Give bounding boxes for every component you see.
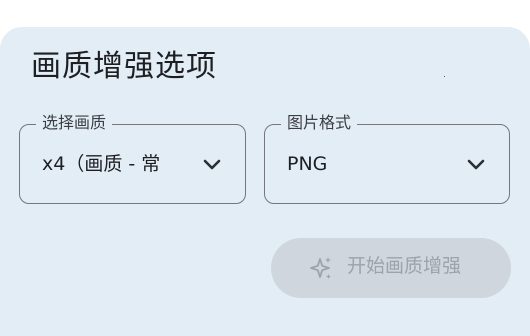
enhance-options-panel: 画质增强选项 选择画质 x4（画质 - 常 图片格式 PNG 开始画质增强: [0, 27, 530, 336]
format-select-label: 图片格式: [281, 113, 358, 133]
chevron-down-icon[interactable]: [203, 159, 221, 171]
speck: [444, 76, 445, 77]
sparkle-icon: [310, 257, 331, 279]
start-enhance-button[interactable]: 开始画质增强: [271, 238, 511, 298]
format-select[interactable]: 图片格式 PNG: [264, 113, 510, 204]
quality-select-label: 选择画质: [36, 113, 113, 133]
start-enhance-label: 开始画质增强: [347, 256, 462, 277]
panel-title: 画质增强选项: [31, 49, 217, 84]
quality-select-value: x4（画质 - 常: [42, 153, 161, 175]
format-select-value: PNG: [287, 153, 328, 175]
quality-select[interactable]: 选择画质 x4（画质 - 常: [19, 113, 246, 204]
chevron-down-icon[interactable]: [467, 159, 485, 171]
